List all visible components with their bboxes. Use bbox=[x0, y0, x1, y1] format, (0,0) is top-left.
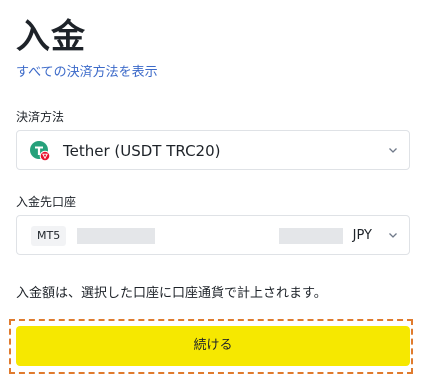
selected-method: Tether (USDT TRC20) bbox=[63, 142, 221, 160]
chevron-down-icon bbox=[389, 148, 397, 153]
method-label: 決済方法 bbox=[16, 110, 65, 124]
chevron-down-icon bbox=[389, 233, 397, 238]
redacted-account-balance bbox=[279, 228, 343, 244]
continue-button[interactable]: 続ける bbox=[16, 326, 410, 366]
deposit-note: 入金額は、選択した口座に口座通貨で計上されます。 bbox=[16, 286, 327, 301]
tether-icon bbox=[30, 141, 50, 161]
platform-badge: MT5 bbox=[31, 226, 67, 246]
account-select[interactable]: MT5 JPY bbox=[16, 215, 410, 255]
show-all-methods-link[interactable]: すべての決済方法を表示 bbox=[16, 64, 158, 82]
page-title: 入金 bbox=[16, 17, 86, 57]
account-currency: JPY bbox=[352, 228, 372, 243]
method-select[interactable]: Tether (USDT TRC20) bbox=[16, 130, 410, 170]
redacted-account-number bbox=[77, 228, 155, 244]
account-label: 入金先口座 bbox=[16, 195, 77, 209]
deposit-page: 入金 すべての決済方法を表示 決済方法 Tether (USDT TRC20) … bbox=[0, 0, 422, 392]
